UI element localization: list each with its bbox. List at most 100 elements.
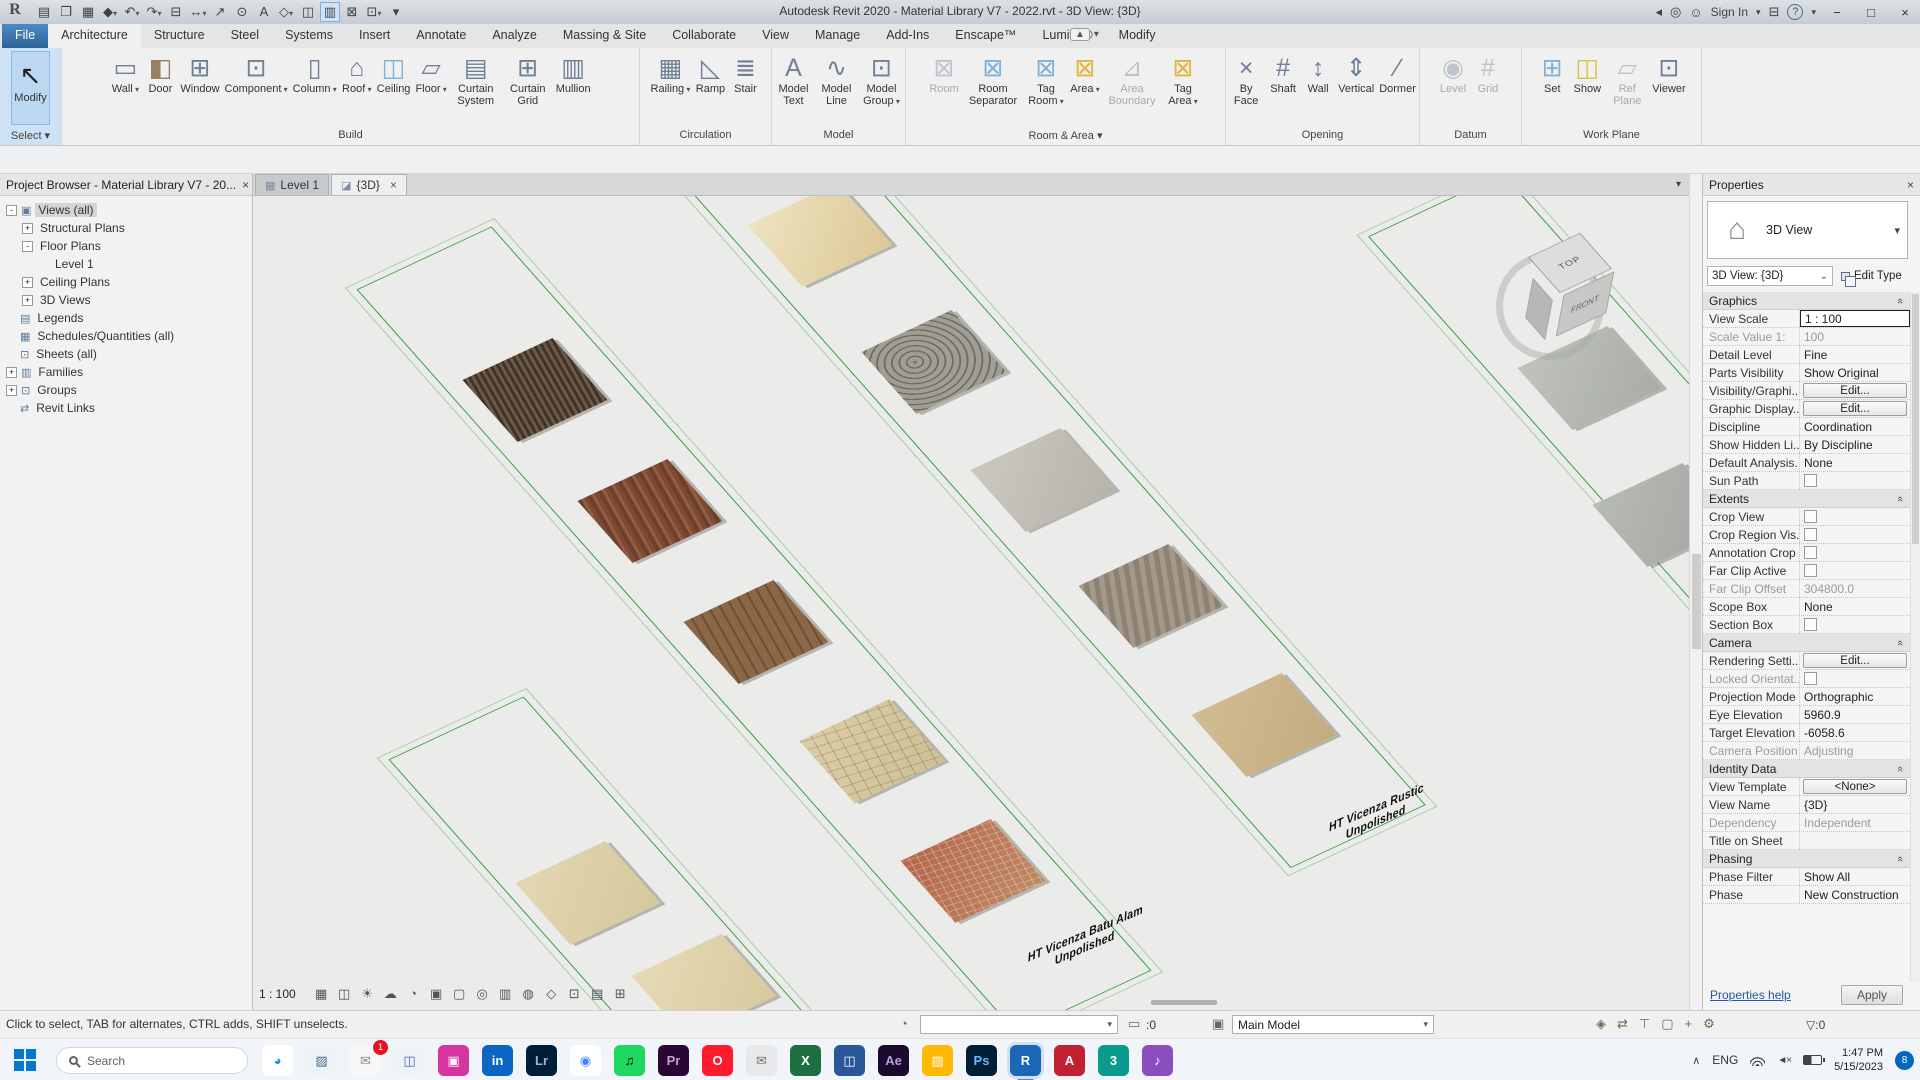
ribbon-button[interactable]: ◉ Level: [1436, 51, 1470, 98]
ribbon-button[interactable]: # Grid: [1471, 51, 1505, 98]
properties-help-link[interactable]: Properties help: [1710, 988, 1791, 1002]
ribbon-tab[interactable]: Structure: [141, 24, 218, 48]
taskbar-app-icon[interactable]: ✉: [746, 1045, 777, 1076]
clock[interactable]: 1:47 PM 5/15/2023: [1834, 1046, 1883, 1075]
property-row[interactable]: Annotation Crop: [1703, 544, 1910, 562]
qat-button-icon[interactable]: ↶▾: [122, 2, 142, 22]
ribbon-button[interactable]: ⊠ Room: [927, 51, 961, 98]
ribbon-button[interactable]: ⊠ Room Separator: [962, 51, 1024, 108]
ribbon-tab[interactable]: Analyze: [479, 24, 549, 48]
property-row[interactable]: Target Elevation -6058.6: [1703, 724, 1910, 742]
design-option-select[interactable]: Main Model ▾: [1232, 1015, 1434, 1034]
ribbon-tab[interactable]: Annotate: [403, 24, 479, 48]
ribbon-panel-label[interactable]: Datum: [1420, 129, 1521, 145]
taskbar-app-icon[interactable]: ▨: [922, 1045, 953, 1076]
ribbon-button[interactable]: ↕ Wall: [1301, 51, 1335, 98]
property-row[interactable]: Phasing: [1703, 850, 1910, 868]
ribbon-button[interactable]: ⊠ Tag Area ▾: [1162, 51, 1204, 108]
status-tool-icon[interactable]: ▢: [1661, 1016, 1673, 1032]
taskbar-app-icon[interactable]: ◕: [262, 1045, 293, 1076]
property-row[interactable]: Phase Filter Show All: [1703, 868, 1910, 886]
qat-button-icon[interactable]: ▦: [78, 2, 98, 22]
view-control-icon[interactable]: ◎: [474, 986, 491, 1002]
collapse-search-icon[interactable]: ◂: [1656, 4, 1663, 20]
edit-type-button[interactable]: Edit Type: [1838, 266, 1905, 287]
qat-button-icon[interactable]: ▤: [34, 2, 54, 22]
tree-item[interactable]: ⊡ Sheets (all): [0, 345, 252, 363]
view-control-icon[interactable]: ◇: [543, 986, 560, 1002]
wifi-icon[interactable]: [1750, 1054, 1766, 1066]
tree-expand-icon[interactable]: +: [22, 222, 33, 234]
ribbon-button[interactable]: ≣ Stair: [728, 51, 762, 98]
taskbar-app-icon[interactable]: Lr: [526, 1045, 557, 1076]
sign-in-dropdown-icon[interactable]: ▾: [1756, 7, 1761, 18]
revit-logo-icon[interactable]: R: [0, 1, 30, 23]
help-icon[interactable]: ?: [1787, 4, 1804, 20]
ribbon-button[interactable]: ⊞ Window: [178, 51, 221, 98]
design-options-icon[interactable]: ▣: [1212, 1016, 1224, 1032]
tree-expand-icon[interactable]: +: [22, 276, 33, 288]
ribbon-button[interactable]: ▦ Railing ▾: [649, 51, 693, 98]
minimize-button[interactable]: −: [1824, 5, 1850, 20]
type-selector[interactable]: ⌂ 3D View ▾: [1707, 201, 1908, 259]
ribbon-button[interactable]: ▭ Wall ▾: [108, 51, 142, 98]
ribbon-button[interactable]: ⊡ Model Group ▾: [859, 51, 905, 108]
property-row[interactable]: Extents: [1703, 490, 1910, 508]
status-tool-icon[interactable]: +: [1685, 1016, 1693, 1032]
taskbar-app-icon[interactable]: ♫: [614, 1045, 645, 1076]
tree-item[interactable]: ▦ Schedules/Quantities (all): [0, 327, 252, 345]
ribbon-button[interactable]: ⊿ Area Boundary: [1103, 51, 1161, 108]
taskbar-app-icon[interactable]: ▨: [306, 1045, 337, 1076]
property-row[interactable]: Crop View: [1703, 508, 1910, 526]
ribbon-panel-label[interactable]: Circulation: [640, 129, 771, 145]
type-selector-dropdown-icon[interactable]: ▾: [1894, 224, 1900, 237]
property-row[interactable]: Far Clip Active: [1703, 562, 1910, 580]
view-control-icon[interactable]: ▢: [451, 986, 468, 1002]
filter-icon[interactable]: ▽:0: [1806, 1018, 1825, 1032]
property-row[interactable]: Sun Path: [1703, 472, 1910, 490]
ribbon-button[interactable]: ⊞ Set: [1535, 51, 1569, 98]
property-row[interactable]: Scale Value 1: 100: [1703, 328, 1910, 346]
ribbon-panel-label[interactable]: Room & Area ▾: [906, 129, 1225, 145]
tree-item[interactable]: + Structural Plans: [0, 219, 252, 237]
qat-button-icon[interactable]: ▾: [386, 2, 406, 22]
qat-button-icon[interactable]: A: [254, 2, 274, 22]
taskbar-app-icon[interactable]: ◫: [394, 1045, 425, 1076]
ribbon-panel-label[interactable]: Model: [772, 129, 905, 145]
qat-button-icon[interactable]: ⊡▾: [364, 2, 384, 22]
taskbar-app-icon[interactable]: O: [702, 1045, 733, 1076]
ribbon-tab[interactable]: Steel: [218, 24, 273, 48]
taskbar-app-icon[interactable]: ✉ 1: [350, 1040, 388, 1076]
taskbar-app-icon[interactable]: Ae: [878, 1045, 909, 1076]
tree-item[interactable]: + Ceiling Plans: [0, 273, 252, 291]
ribbon-panel-label[interactable]: Work Plane: [1522, 129, 1701, 145]
notification-center-badge[interactable]: 8: [1895, 1050, 1914, 1070]
ribbon-panel-label[interactable]: Build: [62, 129, 639, 145]
property-row[interactable]: Far Clip Offset 304800.0: [1703, 580, 1910, 598]
view-control-icon[interactable]: ☁: [382, 986, 399, 1002]
ribbon-tab[interactable]: Enscape™: [942, 24, 1029, 48]
taskbar-app-icon[interactable]: ▣: [438, 1045, 469, 1076]
taskbar-app-icon[interactable]: X: [790, 1045, 821, 1076]
qat-button-icon[interactable]: ◫: [298, 2, 318, 22]
tree-item[interactable]: + 3D Views: [0, 291, 252, 309]
property-row[interactable]: View Name {3D}: [1703, 796, 1910, 814]
ribbon-button[interactable]: ↖ Modify: [11, 51, 50, 125]
ribbon-button[interactable]: ◫ Ceiling: [375, 51, 413, 98]
view-control-icon[interactable]: ▤: [589, 986, 606, 1002]
taskbar-app-icon[interactable]: ◉: [570, 1045, 601, 1076]
ribbon-state-icon[interactable]: ▲: [1070, 28, 1090, 41]
ribbon-collapse-icon[interactable]: ▾: [1094, 29, 1099, 40]
sign-in-button[interactable]: Sign In: [1711, 5, 1748, 19]
help-dropdown-icon[interactable]: ▾: [1811, 7, 1816, 18]
properties-close-icon[interactable]: ×: [1901, 178, 1914, 192]
qat-button-icon[interactable]: ▥: [320, 2, 340, 22]
ribbon-button[interactable]: ◺ Ramp: [693, 51, 727, 98]
qat-button-icon[interactable]: ⊟: [166, 2, 186, 22]
vertical-scrollbar-thumb[interactable]: [1692, 554, 1701, 649]
tree-item[interactable]: + ⊡ Groups: [0, 381, 252, 399]
ribbon-button[interactable]: ⊞ Curtain Grid: [503, 51, 553, 108]
ribbon-tab[interactable]: Manage: [802, 24, 873, 48]
property-row[interactable]: Camera Position Adjusting: [1703, 742, 1910, 760]
ribbon-button[interactable]: ▥ Mullion: [554, 51, 593, 98]
